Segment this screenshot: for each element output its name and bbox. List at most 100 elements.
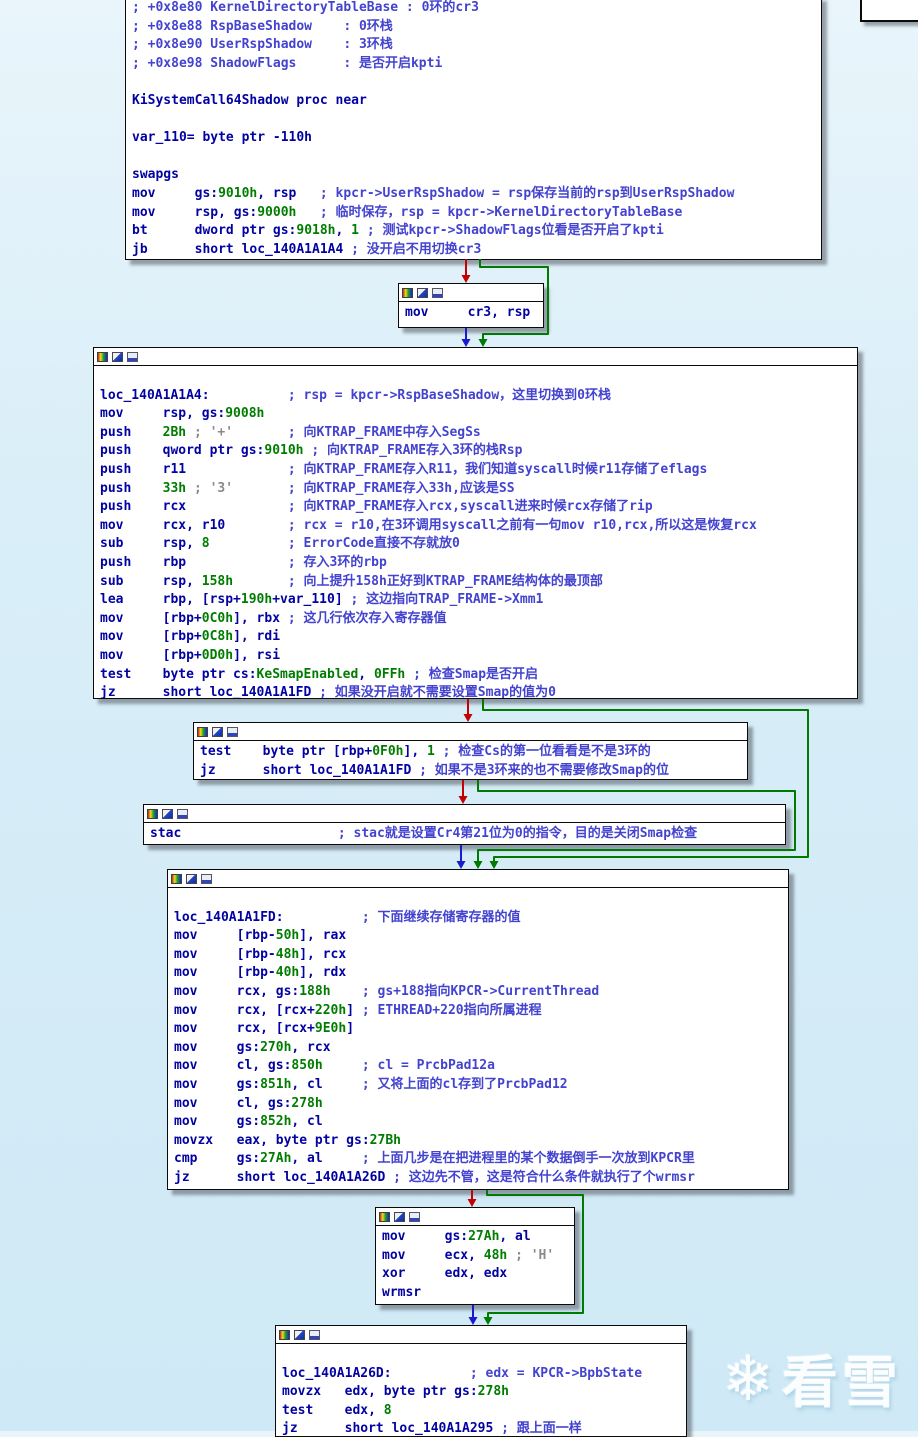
edit-comment-icon[interactable] xyxy=(186,873,197,884)
graph-node-check-cs[interactable]: test byte ptr [rbp+0F0h], 1 ; 检查Cs的第一位看看… xyxy=(193,722,748,780)
asm-line[interactable]: mov cl, gs:278h xyxy=(174,1095,786,1114)
asm-line[interactable]: ; +0x8e98 ShadowFlags : 是否开启kpti xyxy=(132,55,819,74)
graph-node-loc_140A1A26D[interactable]: loc_140A1A26D: ; edx = KPCR->BpbState mov… xyxy=(275,1325,687,1437)
asm-line[interactable]: mov cr3, rsp xyxy=(405,304,541,323)
asm-line[interactable]: push rbp ; 存入3环的rbp xyxy=(100,554,855,573)
asm-line[interactable]: test byte ptr [rbp+0F0h], 1 ; 检查Cs的第一位看看… xyxy=(200,743,745,762)
asm-line[interactable]: mov rsp, gs:9008h xyxy=(100,405,855,424)
node-hint-icon[interactable] xyxy=(177,808,188,819)
asm-line[interactable]: jz short loc_140A1A1FD ; 如果没开启就不需要设置Smap… xyxy=(100,684,855,698)
asm-line[interactable]: mov rcx, [rcx+9E0h] xyxy=(174,1020,786,1039)
asm-line[interactable]: movzx edx, byte ptr gs:278h xyxy=(282,1383,684,1402)
asm-line[interactable]: mov cl, gs:850h ; cl = PrcbPad12a xyxy=(174,1057,786,1076)
asm-line[interactable]: jz short loc_140A1A295 ; 跟上面一样 xyxy=(282,1420,684,1436)
node-color-icon[interactable] xyxy=(197,726,208,737)
edit-comment-icon[interactable] xyxy=(162,808,173,819)
asm-line[interactable]: ; +0x8e80 KernelDirectoryTableBase : 0环的… xyxy=(132,0,819,18)
asm-line[interactable]: mov gs:27Ah, al xyxy=(382,1228,572,1247)
asm-line[interactable] xyxy=(282,1346,684,1365)
node-color-icon[interactable] xyxy=(147,808,158,819)
asm-line[interactable]: jz short loc_140A1A26D ; 这边先不管，这是符合什么条件就… xyxy=(174,1169,786,1188)
graph-node-set-cr3[interactable]: mov cr3, rsp xyxy=(398,283,544,328)
asm-line[interactable]: mov [rbp-40h], rdx xyxy=(174,964,786,983)
node-titlebar[interactable] xyxy=(168,870,788,888)
node-titlebar[interactable] xyxy=(94,348,857,366)
asm-line[interactable]: mov gs:852h, cl xyxy=(174,1113,786,1132)
edit-comment-icon[interactable] xyxy=(294,1329,305,1340)
node-titlebar[interactable] xyxy=(194,723,747,741)
asm-line[interactable]: push qword ptr gs:9010h ; 向KTRAP_FRAME存入… xyxy=(100,442,855,461)
asm-line[interactable]: loc_140A1A26D: ; edx = KPCR->BpbState xyxy=(282,1365,684,1384)
node-hint-icon[interactable] xyxy=(227,726,238,737)
node-titlebar[interactable] xyxy=(276,1326,686,1344)
asm-line[interactable]: loc_140A1A1A4: ; rsp = kpcr->RspBaseShad… xyxy=(100,387,855,406)
asm-line[interactable]: mov gs:851h, cl ; 又将上面的cl存到了PrcbPad12 xyxy=(174,1076,786,1095)
asm-line[interactable]: jb short loc_140A1A1A4 ; 没开启不用切换cr3 xyxy=(132,241,819,259)
asm-line[interactable]: ; +0x8e90 UserRspShadow : 3环栈 xyxy=(132,36,819,55)
graph-node-entry[interactable]: ; +0x8e80 KernelDirectoryTableBase : 0环的… xyxy=(125,0,822,260)
asm-line[interactable]: KiSystemCall64Shadow proc near xyxy=(132,92,819,111)
graph-node-cutoff[interactable] xyxy=(860,0,918,22)
node-color-icon[interactable] xyxy=(171,873,182,884)
node-hint-icon[interactable] xyxy=(201,873,212,884)
asm-line[interactable]: stac ; stac就是设置Cr4第21位为0的指令，目的是关闭Smap检查 xyxy=(150,825,783,844)
asm-line[interactable]: test edx, 8 xyxy=(282,1402,684,1421)
graph-node-wrmsr[interactable]: mov gs:27Ah, al mov ecx, 48h ; 'H' xor edx… xyxy=(375,1207,575,1305)
asm-line[interactable]: movzx eax, byte ptr gs:27Bh xyxy=(174,1132,786,1151)
asm-line[interactable]: mov gs:270h, rcx xyxy=(174,1039,786,1058)
node-hint-icon[interactable] xyxy=(127,351,138,362)
asm-line[interactable]: mov [rbp+0D0h], rsi xyxy=(100,647,855,666)
asm-line[interactable]: push r11 ; 向KTRAP_FRAME存入R11，我们知道syscall… xyxy=(100,461,855,480)
asm-line[interactable]: loc_140A1A1FD: ; 下面继续存储寄存器的值 xyxy=(174,909,786,928)
edit-comment-icon[interactable] xyxy=(112,351,123,362)
graph-canvas[interactable]: ❄ 看雪 ; +0x8e80 KernelDirectoryTableBase … xyxy=(0,0,918,1437)
asm-line[interactable] xyxy=(100,368,855,387)
node-color-icon[interactable] xyxy=(379,1211,390,1222)
asm-line[interactable]: push rcx ; 向KTRAP_FRAME存入rcx,syscall进来时候… xyxy=(100,498,855,517)
asm-line[interactable]: mov rcx, r10 ; rcx = r10,在3环调用syscall之前有… xyxy=(100,517,855,536)
asm-line[interactable]: mov rcx, gs:188h ; gs+188指向KPCR->Current… xyxy=(174,983,786,1002)
asm-line[interactable]: mov gs:9010h, rsp ; kpcr->UserRspShadow … xyxy=(132,185,819,204)
graph-node-loc_140A1A1FD[interactable]: loc_140A1A1FD: ; 下面继续存储寄存器的值 mov [rbp-50h… xyxy=(167,869,789,1190)
asm-line[interactable]: mov [rbp-50h], rax xyxy=(174,927,786,946)
asm-line[interactable] xyxy=(174,890,786,909)
asm-line[interactable]: ; +0x8e88 RspBaseShadow : 0环栈 xyxy=(132,18,819,37)
node-hint-icon[interactable] xyxy=(309,1329,320,1340)
asm-line[interactable]: test byte ptr cs:KeSmapEnabled, 0FFh ; 检… xyxy=(100,666,855,685)
asm-line[interactable]: mov rcx, [rcx+220h] ; ETHREAD+220指向所属进程 xyxy=(174,1002,786,1021)
asm-line[interactable]: mov [rbp-48h], rcx xyxy=(174,946,786,965)
asm-line[interactable]: swapgs xyxy=(132,166,819,185)
asm-line[interactable] xyxy=(132,111,819,130)
asm-line[interactable]: var_110= byte ptr -110h xyxy=(132,129,819,148)
edit-comment-icon[interactable] xyxy=(417,287,428,298)
asm-line[interactable]: xor edx, edx xyxy=(382,1265,572,1284)
edit-comment-icon[interactable] xyxy=(394,1211,405,1222)
asm-line[interactable]: push 33h ; '3' ; 向KTRAP_FRAME存入33h,应该是SS xyxy=(100,480,855,499)
node-color-icon[interactable] xyxy=(279,1329,290,1340)
asm-line[interactable] xyxy=(132,148,819,167)
node-titlebar[interactable] xyxy=(399,284,543,302)
asm-line[interactable]: mov rsp, gs:9000h ; 临时保存，rsp = kpcr->Ker… xyxy=(132,204,819,223)
asm-line[interactable]: jz short loc_140A1A1FD ; 如果不是3环来的也不需要修改S… xyxy=(200,762,745,779)
node-hint-icon[interactable] xyxy=(432,287,443,298)
node-color-icon[interactable] xyxy=(402,287,413,298)
asm-line[interactable]: mov ecx, 48h ; 'H' xyxy=(382,1247,572,1266)
graph-node-stac[interactable]: stac ; stac就是设置Cr4第21位为0的指令，目的是关闭Smap检查 xyxy=(143,804,786,845)
asm-line[interactable]: push 2Bh ; '+' ; 向KTRAP_FRAME中存入SegSs xyxy=(100,424,855,443)
node-color-icon[interactable] xyxy=(97,351,108,362)
asm-line[interactable]: bt dword ptr gs:9018h, 1 ; 测试kpcr->Shado… xyxy=(132,222,819,241)
asm-code: ; +0x8e80 KernelDirectoryTableBase : 0环的… xyxy=(126,0,821,259)
asm-line[interactable]: wrmsr xyxy=(382,1284,572,1303)
asm-line[interactable]: lea rbp, [rsp+190h+var_110] ; 这边指向TRAP_F… xyxy=(100,591,855,610)
asm-line[interactable]: mov [rbp+0C0h], rbx ; 这几行依次存入寄存器值 xyxy=(100,610,855,629)
asm-line[interactable]: sub rsp, 158h ; 向上提升158h正好到KTRAP_FRAME结构… xyxy=(100,573,855,592)
node-titlebar[interactable] xyxy=(144,805,785,823)
asm-line[interactable]: sub rsp, 8 ; ErrorCode直接不存就放0 xyxy=(100,535,855,554)
node-titlebar[interactable] xyxy=(376,1208,574,1226)
graph-node-loc_140A1A1A4[interactable]: loc_140A1A1A4: ; rsp = kpcr->RspBaseShad… xyxy=(93,347,858,699)
node-hint-icon[interactable] xyxy=(409,1211,420,1222)
edit-comment-icon[interactable] xyxy=(212,726,223,737)
asm-line[interactable]: cmp gs:27Ah, al ; 上面几步是在把进程里的某个数据倒手一次放到K… xyxy=(174,1150,786,1169)
asm-line[interactable]: mov [rbp+0C8h], rdi xyxy=(100,628,855,647)
asm-line[interactable] xyxy=(132,73,819,92)
